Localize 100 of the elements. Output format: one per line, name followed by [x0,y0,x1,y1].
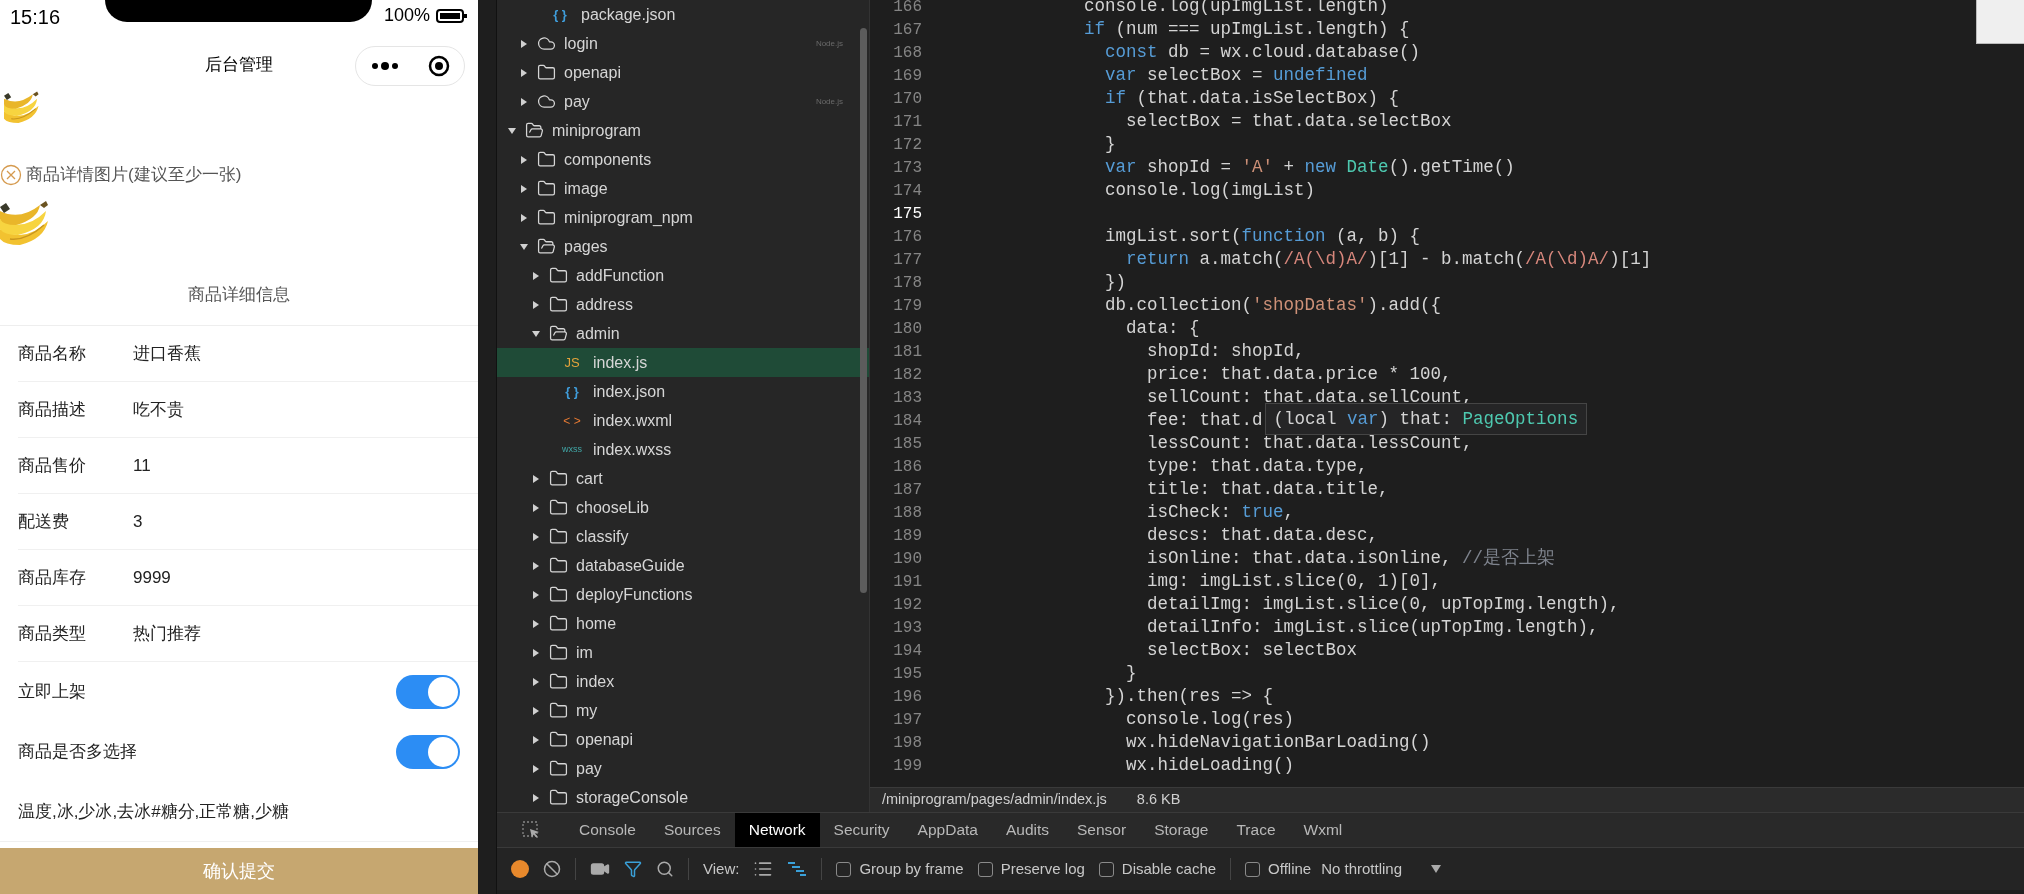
file-path: /miniprogram/pages/admin/index.js [882,790,1107,810]
caret-right-icon[interactable] [531,734,541,745]
checkbox-option[interactable]: Disable cache [1098,857,1217,881]
devtools-tab[interactable]: Console [565,813,650,847]
caret-right-icon[interactable] [519,67,529,78]
options-text[interactable]: 温度,冰,少冰,去冰#糖分,正常糖,少糖 [18,798,290,825]
caret-down-icon[interactable] [519,241,529,252]
field-value[interactable]: 11 [133,452,151,479]
folder-open-icon [525,121,544,140]
folder-icon [549,672,568,691]
field-value[interactable]: 热门推荐 [133,620,201,647]
caret-right-icon[interactable] [531,792,541,803]
inspect-icon[interactable] [521,820,541,840]
caret-right-icon[interactable] [519,38,529,49]
checkbox[interactable] [977,861,993,877]
tree-item[interactable]: my [497,696,869,725]
caret-right-icon[interactable] [531,560,541,571]
tree-item[interactable]: { } index.json [497,377,869,406]
filter-icon[interactable] [624,860,642,878]
caret-down-icon[interactable] [507,125,517,136]
tree-item[interactable]: pay [497,754,869,783]
tree-item[interactable]: admin [497,319,869,348]
checkbox-option[interactable]: Group by frame [836,857,964,881]
search-icon[interactable] [656,860,674,878]
devtools-tab[interactable]: Audits [991,813,1064,847]
checkbox-option[interactable]: Preserve log [977,857,1085,881]
caret-right-icon[interactable] [531,589,541,600]
scrollbar[interactable] [860,28,867,593]
line-number: 198 [892,732,923,754]
capsule-menu[interactable] [355,46,465,86]
tree-item[interactable]: image [497,174,869,203]
tree-item[interactable]: < > index.wxml [497,406,869,435]
devtools-tab[interactable]: Sensor [1063,813,1141,847]
tree-item[interactable]: index [497,667,869,696]
caret-right-icon[interactable] [531,618,541,629]
tree-item[interactable]: openapi [497,725,869,754]
toggle-switch[interactable] [396,735,460,769]
tree-item[interactable]: miniprogram_npm [497,203,869,232]
tree-item[interactable]: cart [497,464,869,493]
field-value[interactable]: 3 [133,508,143,535]
field-value[interactable]: 吃不贵 [133,396,184,423]
tree-item[interactable]: wxss index.wxss [497,435,869,464]
throttling-dropdown[interactable]: No throttling [1321,857,1443,881]
caret-right-icon[interactable] [519,96,529,107]
tree-item[interactable]: miniprogram [497,116,869,145]
toggle-switch[interactable] [396,675,460,709]
tree-item[interactable]: { } package.json [497,0,869,29]
clear-icon[interactable] [543,860,561,878]
tree-item[interactable]: pay Node.js [497,87,869,116]
record-button[interactable] [511,860,529,878]
tree-item[interactable]: openapi [497,58,869,87]
devtools-tab[interactable]: Sources [649,813,735,847]
caret-right-icon[interactable] [531,705,541,716]
close-target-icon[interactable] [427,55,450,77]
tree-item[interactable]: im [497,638,869,667]
switch-label: 立即上架 [18,681,86,704]
tree-item[interactable]: chooseLib [497,493,869,522]
waterfall-icon[interactable] [787,861,808,877]
more-icon[interactable] [370,61,399,71]
code-line: if (that.data.isSelectBox) { [1104,87,1400,111]
tree-item[interactable]: databaseGuide [497,551,869,580]
caret-right-icon[interactable] [519,183,529,194]
tree-item[interactable]: deployFunctions [497,580,869,609]
tree-item[interactable]: address [497,290,869,319]
devtools-tab[interactable]: Storage [1140,813,1223,847]
tree-item[interactable]: pages [497,232,869,261]
tree-item[interactable]: JS index.js [497,348,869,377]
devtools-tab[interactable]: Security [819,813,904,847]
checkbox[interactable] [1245,861,1261,877]
checkbox-option[interactable]: Offline [1245,857,1312,881]
tree-item[interactable]: storageConsole [497,783,869,812]
caret-right-icon[interactable] [531,473,541,484]
devtools-tab[interactable]: Network [734,813,820,847]
checkbox[interactable] [1098,861,1114,877]
tree-item[interactable]: login Node.js [497,29,869,58]
caret-right-icon[interactable] [531,763,541,774]
tree-item[interactable]: home [497,609,869,638]
devtools-tab[interactable]: Wxml [1289,813,1357,847]
devtools-tab[interactable]: AppData [903,813,992,847]
caret-right-icon[interactable] [531,531,541,542]
field-value[interactable]: 9999 [133,564,171,591]
field-value[interactable]: 进口香蕉 [133,340,201,367]
caret-right-icon[interactable] [531,502,541,513]
folder-icon [549,585,568,604]
line-number: 181 [892,341,923,363]
tree-item[interactable]: addFunction [497,261,869,290]
caret-right-icon[interactable] [531,676,541,687]
tree-item[interactable]: classify [497,522,869,551]
caret-right-icon[interactable] [531,270,541,281]
caret-right-icon[interactable] [519,212,529,223]
caret-right-icon[interactable] [531,647,541,658]
tree-item[interactable]: components [497,145,869,174]
caret-down-icon[interactable] [531,328,541,339]
caret-right-icon[interactable] [531,299,541,310]
list-icon[interactable] [753,859,774,879]
line-number: 174 [892,180,923,202]
caret-right-icon[interactable] [519,154,529,165]
devtools-tab[interactable]: Trace [1222,813,1290,847]
checkbox[interactable] [836,861,852,877]
file-type-icon: { } [547,4,573,25]
